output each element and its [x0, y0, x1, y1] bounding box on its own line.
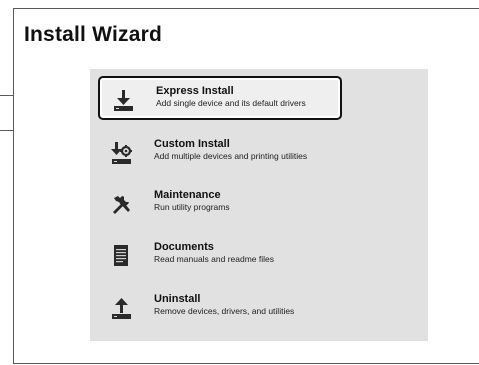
option-description: Add single device and its default driver… [156, 98, 306, 108]
option-label: Custom Install [154, 138, 230, 150]
option-label: Express Install [156, 85, 234, 97]
window-title: Install Wizard [24, 23, 162, 46]
option-label: Documents [154, 241, 214, 253]
download-install-icon [114, 90, 133, 111]
callout-line-lower [0, 130, 14, 132]
option-description: Read manuals and readme files [154, 254, 275, 264]
option-description: Run utility programs [154, 202, 230, 212]
option-maintenance[interactable]: Maintenance Run utility programs [98, 182, 342, 226]
tools-wrench-icon [113, 196, 130, 214]
callout-line-upper [0, 95, 14, 105]
option-custom-install[interactable]: Custom Install Add multiple devices and … [98, 131, 342, 175]
option-description: Add multiple devices and printing utilit… [154, 151, 308, 161]
option-documents[interactable]: Documents Read manuals and readme files [98, 234, 342, 278]
option-express-install[interactable]: Express Install Add single device and it… [98, 76, 342, 120]
option-label: Uninstall [154, 293, 201, 305]
document-icon [114, 245, 128, 266]
option-description: Remove devices, drivers, and utilities [154, 306, 295, 316]
custom-install-gear-icon [111, 142, 132, 164]
options-panel: Express Install Add single device and it… [90, 69, 428, 341]
option-uninstall[interactable]: Uninstall Remove devices, drivers, and u… [98, 286, 342, 330]
option-label: Maintenance [154, 189, 221, 201]
upload-uninstall-icon [112, 298, 131, 319]
